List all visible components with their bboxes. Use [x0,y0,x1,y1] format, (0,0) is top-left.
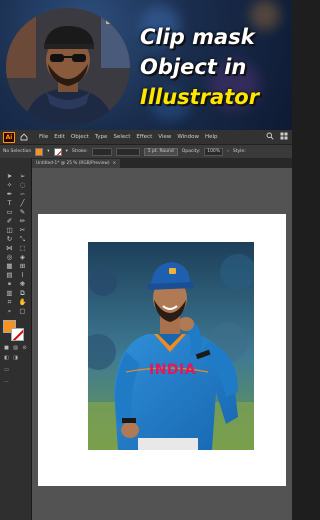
menu-object[interactable]: Object [71,134,89,140]
shape-builder-tool-icon[interactable]: ◎ [3,253,16,262]
stroke-label: Stroke: [71,149,88,154]
close-icon[interactable]: × [113,161,117,166]
live-paint-tool-icon[interactable]: ◈ [16,253,29,262]
selection-status: No Selection [3,149,32,154]
video-title: Clip mask Object in Illustrator [136,22,286,112]
draw-behind-icon[interactable]: ◨ [12,354,19,361]
brush-label: 5 pt. Round [147,149,174,154]
control-bar: No Selection ▾ ▾ Stroke: 5 pt. Round Opa… [0,144,292,158]
fill-swatch[interactable] [35,147,44,156]
menu-view[interactable]: View [158,134,171,140]
opacity-label: Opacity: [181,149,201,154]
free-transform-tool-icon[interactable]: ⬚ [16,244,29,253]
eraser-tool-icon[interactable]: ◫ [3,226,16,235]
title-line-3: Illustrator [140,85,260,109]
title-line-1: Clip mask [140,25,255,49]
tools-panel: ➤ ➢ ✧ ◌ ✒ ∽ T ╱ ▭ ✎ ✐ ✏ ◫ ✂ ↻ ⤡ ⋈ ⬚ ◎ ◈ … [0,158,32,520]
type-tool-icon[interactable]: T [3,199,16,208]
artboard[interactable]: INDIA [38,214,286,486]
illustrator-logo: Ai [3,131,15,143]
curvature-tool-icon[interactable]: ∽ [16,190,29,199]
screen-mode-row: ▭ [3,366,29,373]
artboard-tool-icon[interactable]: ⧉ [16,289,29,298]
direct-selection-tool-icon[interactable]: ➢ [16,172,29,181]
eyedropper-tool-icon[interactable]: ⌇ [16,271,29,280]
line-tool-icon[interactable]: ╱ [16,199,29,208]
rectangle-tool-icon[interactable]: ▭ [3,208,16,217]
video-title-banner: Clip mask Object in Illustrator [0,0,292,130]
opacity-value: 100% [207,149,221,154]
blend-tool-icon[interactable]: ⚭ [3,280,16,289]
gradient-tool-icon[interactable]: ▤ [3,271,16,280]
opacity-field[interactable]: 100% [204,147,224,156]
mesh-tool-icon[interactable]: ⊞ [16,262,29,271]
menu-effect[interactable]: Effect [136,134,152,140]
menu-help[interactable]: Help [205,134,218,140]
zoom-tool-icon[interactable]: ⌕ [3,307,16,316]
arrange-icon[interactable] [280,132,288,142]
menu-edit[interactable]: Edit [54,134,65,140]
color-icon[interactable]: ■ [3,344,10,351]
pencil-tool-icon[interactable]: ✏ [16,217,29,226]
color-mode-row: ■ ▨ ⊘ [3,344,29,351]
document-tab-bar: Untitled-1* @ 25 % (RGB/Preview) × [32,158,292,168]
more-icon[interactable]: ⋯ [3,378,10,385]
none-icon[interactable]: ⊘ [21,344,28,351]
pen-tool-icon[interactable]: ✒ [3,190,16,199]
gradient-icon[interactable]: ▨ [12,344,19,351]
selection-tool-icon[interactable]: ➤ [3,172,16,181]
draw-normal-icon[interactable]: ◧ [3,354,10,361]
search-icon[interactable] [266,132,274,142]
chevron-down-icon[interactable]: ▾ [47,149,49,154]
placed-photo[interactable]: INDIA [88,242,254,450]
magic-wand-tool-icon[interactable]: ✧ [3,181,16,190]
chevron-down-icon[interactable]: ▾ [66,149,68,154]
scissors-tool-icon[interactable]: ✂ [16,226,29,235]
menu-select[interactable]: Select [113,134,130,140]
rotate-tool-icon[interactable]: ↻ [3,235,16,244]
style-label: Style: [232,149,246,154]
chevron-right-icon[interactable]: › [227,149,229,154]
hand-tool-icon[interactable]: ✋ [16,298,29,307]
brush-select[interactable]: 5 pt. Round [143,147,178,156]
stroke-color-swatch[interactable] [11,328,24,341]
draw-mode-row: ◧ ◨ [3,354,29,361]
perspective-grid-tool-icon[interactable]: ▦ [3,262,16,271]
menu-type[interactable]: Type [95,134,108,140]
document-tab[interactable]: Untitled-1* @ 25 % (RGB/Preview) × [32,159,121,168]
menu-window[interactable]: Window [177,134,199,140]
slice-tool-icon[interactable]: ⌗ [3,298,16,307]
title-line-2: Object in [140,55,247,79]
home-icon[interactable] [19,132,29,142]
stroke-weight-field[interactable] [91,147,112,156]
edit-toolbar-row: ⋯ [3,378,29,385]
jersey-text: INDIA [149,362,197,378]
paintbrush-tool-icon[interactable]: ✎ [16,208,29,217]
menu-file[interactable]: File [39,134,48,140]
tool-grid: ➤ ➢ ✧ ◌ ✒ ∽ T ╱ ▭ ✎ ✐ ✏ ◫ ✂ ↻ ⤡ ⋈ ⬚ ◎ ◈ … [3,172,29,316]
stroke-swatch[interactable] [53,147,62,156]
canvas-area[interactable]: INDIA [32,168,292,520]
print-tiling-tool-icon[interactable]: ▢ [16,307,29,316]
column-graph-tool-icon[interactable]: ▥ [3,289,16,298]
shaper-tool-icon[interactable]: ✐ [3,217,16,226]
photo-illustration [88,242,254,450]
document-tab-label: Untitled-1* @ 25 % (RGB/Preview) [36,161,110,166]
symbol-sprayer-tool-icon[interactable]: ❋ [16,280,29,289]
scale-tool-icon[interactable]: ⤡ [16,235,29,244]
lasso-tool-icon[interactable]: ◌ [16,181,29,190]
menu-bar: Ai File Edit Object Type Select Effect V… [0,130,292,144]
screen-mode-icon[interactable]: ▭ [3,366,10,373]
presenter-avatar [6,8,130,126]
variable-width-select[interactable] [115,147,140,156]
width-tool-icon[interactable]: ⋈ [3,244,16,253]
